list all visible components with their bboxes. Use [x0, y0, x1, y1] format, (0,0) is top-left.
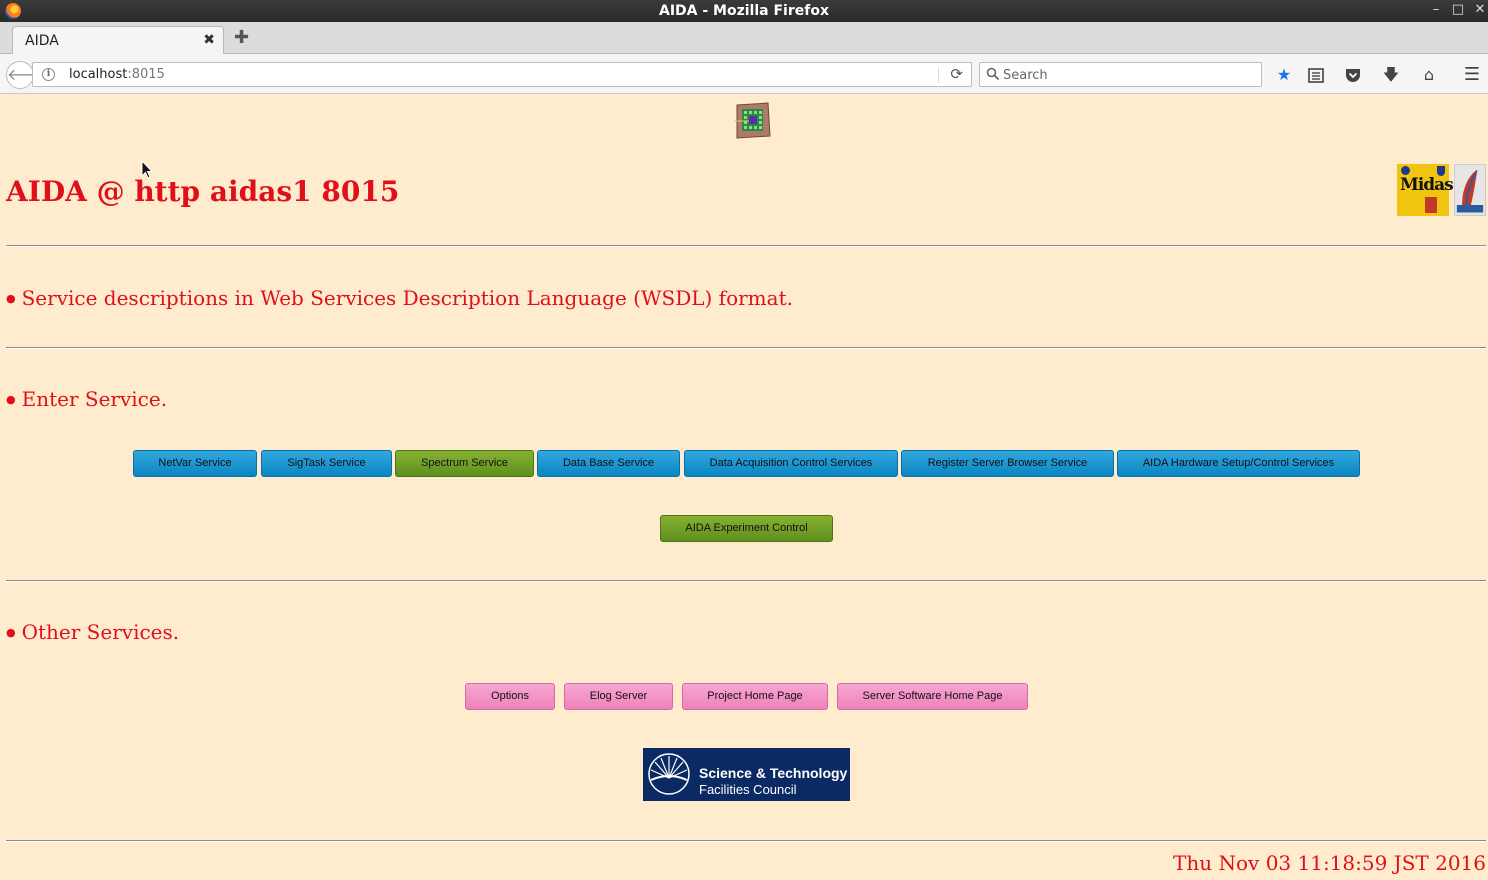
stfc-logo-line1: Science & Technology: [699, 765, 848, 781]
navigation-toolbar: 🡐 i localhost:8015 ⟳ ★ 🡇 ⌂ ☰: [0, 54, 1488, 94]
bullet-icon: ●: [6, 626, 16, 639]
stfc-logo-line2: Facilities Council: [699, 782, 797, 797]
other-services-heading: ● Other Services.: [6, 620, 179, 644]
reload-icon[interactable]: ⟳: [950, 65, 963, 83]
divider: [6, 245, 1486, 247]
midas-logo: Midas: [1397, 164, 1454, 216]
server-timestamp: Thu Nov 03 11:18:59 JST 2016: [1173, 851, 1486, 875]
maximize-icon[interactable]: □: [1450, 2, 1466, 17]
minimize-icon[interactable]: –: [1428, 2, 1444, 17]
site-info-icon[interactable]: i: [42, 68, 55, 81]
wsdl-link[interactable]: Service descriptions in Web Services Des…: [22, 286, 793, 310]
url-port: :8015: [127, 67, 165, 82]
url-bar[interactable]: i localhost:8015 ⟳: [32, 62, 972, 87]
close-window-icon[interactable]: ✕: [1472, 2, 1488, 17]
midas-badge-icon: [1401, 166, 1410, 175]
page-title: AIDA @ http aidas1 8015: [6, 175, 400, 208]
sigtask-service-button[interactable]: SigTask Service: [261, 450, 392, 477]
options-button[interactable]: Options: [465, 683, 555, 710]
window-titlebar: AIDA - Mozilla Firefox – □ ✕: [0, 0, 1488, 22]
search-input[interactable]: [1003, 66, 1253, 84]
elog-server-button[interactable]: Elog Server: [564, 683, 673, 710]
bookmarks-list-icon[interactable]: [1305, 64, 1327, 86]
database-service-button[interactable]: Data Base Service: [537, 450, 680, 477]
tab-strip: AIDA ✖ ✚: [0, 22, 1488, 55]
menu-icon[interactable]: ☰: [1461, 64, 1483, 86]
home-icon[interactable]: ⌂: [1418, 64, 1440, 86]
back-button[interactable]: 🡐: [6, 61, 50, 89]
spectrum-service-button[interactable]: Spectrum Service: [395, 450, 534, 477]
url-host: localhost: [69, 67, 128, 82]
wsdl-section-heading[interactable]: ● Service descriptions in Web Services De…: [6, 286, 793, 310]
tab-aida[interactable]: AIDA ✖: [12, 26, 224, 55]
stfc-sunburst-icon: [648, 753, 690, 795]
midas-logo-text: Midas: [1400, 175, 1454, 195]
midas-emblem-icon: [1425, 197, 1437, 213]
enter-service-heading: ● Enter Service.: [6, 387, 167, 411]
enter-service-label: Enter Service.: [21, 387, 168, 411]
other-services-label: Other Services.: [21, 620, 180, 644]
stfc-logo[interactable]: Science & Technology Facilities Council: [643, 748, 850, 801]
netvar-service-button[interactable]: NetVar Service: [133, 450, 257, 477]
search-bar[interactable]: [979, 62, 1262, 87]
download-icon[interactable]: 🡇: [1380, 64, 1402, 86]
bookmark-star-icon[interactable]: ★: [1273, 64, 1295, 86]
detector-logo-icon: [734, 102, 771, 139]
register-server-browser-button[interactable]: Register Server Browser Service: [901, 450, 1114, 477]
pocket-icon[interactable]: [1342, 64, 1364, 86]
divider: [6, 347, 1486, 349]
page-content: AIDA @ http aidas1 8015 Midas ● Service d…: [0, 95, 1488, 880]
new-tab-icon[interactable]: ✚: [234, 29, 249, 47]
project-home-page-button[interactable]: Project Home Page: [682, 683, 828, 710]
experiment-control-button[interactable]: AIDA Experiment Control: [660, 515, 833, 542]
mouse-cursor-icon: [141, 160, 153, 179]
divider: [6, 840, 1486, 842]
close-tab-icon[interactable]: ✖: [203, 32, 215, 48]
bullet-icon: ●: [6, 393, 16, 406]
url-divider: [938, 67, 939, 83]
divider: [6, 580, 1486, 582]
server-software-home-page-button[interactable]: Server Software Home Page: [837, 683, 1028, 710]
hardware-setup-control-button[interactable]: AIDA Hardware Setup/Control Services: [1117, 450, 1360, 477]
tcl-feather-logo-icon: [1454, 164, 1486, 216]
bullet-icon: ●: [6, 292, 16, 305]
window-title: AIDA - Mozilla Firefox: [659, 3, 829, 19]
url-text: localhost:8015: [69, 67, 165, 82]
search-icon: [986, 67, 1000, 81]
daq-control-services-button[interactable]: Data Acquisition Control Services: [684, 450, 898, 477]
tab-title: AIDA: [25, 33, 59, 49]
